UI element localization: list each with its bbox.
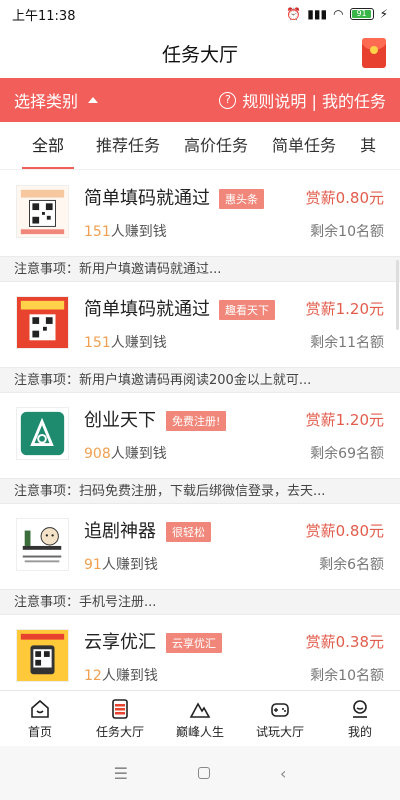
- nav-home-label: 首页: [27, 724, 52, 739]
- nav-profile[interactable]: 我的: [320, 691, 400, 746]
- reward-amount: 赏薪1.20元: [305, 300, 384, 318]
- task-name: 简单填码就通过: [84, 299, 210, 320]
- profile-icon: [353, 699, 367, 718]
- remaining-slots: 剩余69名额: [310, 446, 384, 462]
- tab-all[interactable]: 全部: [12, 122, 84, 169]
- rules-link[interactable]: ? 规则说明 | 我的任务: [219, 88, 386, 112]
- signal-icon: ▮▮▮: [307, 7, 328, 21]
- category-label: 选择类别: [14, 92, 79, 111]
- nav-profile-label: 我的: [347, 724, 372, 739]
- tab-other[interactable]: 其: [348, 122, 388, 169]
- task-name: 创业天下: [84, 410, 156, 431]
- nav-trial[interactable]: 试玩大厅: [240, 691, 320, 746]
- task-name: 简单填码就通过: [84, 188, 210, 209]
- task-tag: 惠头条: [219, 189, 264, 209]
- task-item[interactable]: 简单填码就通过 趣看天下 151人赚到钱 赏薪1.20元 剩余11名额: [0, 282, 400, 367]
- task-note: 注意事项：新用户填邀请码再阅读200金以上就可...: [0, 367, 400, 393]
- reward-amount: 赏薪1.20元: [305, 411, 384, 429]
- nav-home[interactable]: 首页: [0, 691, 80, 746]
- system-nav: ☰ ‹: [0, 746, 400, 800]
- nav-task-hall-label: 任务大厅: [95, 724, 144, 739]
- filter-bar: 选择类别 ? 规则说明 | 我的任务: [0, 78, 400, 122]
- task-note: 注意事项：手机号注册...: [0, 589, 400, 615]
- tab-recommended[interactable]: 推荐任务: [84, 122, 172, 169]
- task-name: 云享优汇: [84, 632, 156, 653]
- menu-icon[interactable]: ☰: [114, 764, 128, 783]
- task-tag: 趣看天下: [219, 300, 275, 320]
- task-thumbnail: [16, 185, 69, 238]
- charging-icon: ⚡: [379, 7, 388, 21]
- reward-amount: 赏薪0.80元: [305, 189, 384, 207]
- nav-trial-label: 试玩大厅: [255, 724, 304, 739]
- wifi-icon: ◠: [333, 7, 344, 21]
- reward-amount: 赏薪0.80元: [305, 522, 384, 540]
- earned-count: 12人赚到钱: [84, 668, 158, 684]
- home-button-icon[interactable]: [197, 767, 210, 779]
- remaining-slots: 剩余10名额: [310, 668, 384, 684]
- task-tag: 云享优汇: [166, 633, 222, 653]
- remaining-slots: 剩余11名额: [310, 335, 384, 351]
- help-icon: ?: [219, 91, 237, 109]
- tab-simple[interactable]: 简单任务: [260, 122, 348, 169]
- status-icons: ⏰ ▮▮▮ ◠ 91 ⚡: [286, 7, 388, 21]
- gamepad-icon: [271, 702, 289, 717]
- back-icon[interactable]: ‹: [280, 764, 286, 783]
- tab-high-price[interactable]: 高价任务: [172, 122, 260, 169]
- rules-label: 规则说明 | 我的任务: [242, 92, 386, 111]
- task-thumbnail: [16, 518, 69, 571]
- task-item[interactable]: 追剧神器 很轻松 91人赚到钱 赏薪0.80元 剩余6名额: [0, 504, 400, 589]
- nav-peak[interactable]: 巅峰人生: [160, 691, 240, 746]
- nav-task-hall[interactable]: 任务大厅: [80, 691, 160, 746]
- task-thumbnail: [16, 296, 69, 349]
- nav-peak-label: 巅峰人生: [175, 724, 224, 739]
- task-note: 注意事项：扫码免费注册，下载后绑微信登录，去天...: [0, 478, 400, 504]
- category-selector[interactable]: 选择类别: [14, 88, 99, 112]
- task-thumbnail: [16, 407, 69, 460]
- title-bar: 任务大厅: [0, 28, 400, 78]
- task-note: 注意事项：新用户填邀请码就通过...: [0, 256, 400, 282]
- category-tabs: 全部 推荐任务 高价任务 简单任务 其: [0, 122, 400, 170]
- reward-amount: 赏薪0.38元: [305, 633, 384, 651]
- alarm-off-icon: ⏰: [286, 7, 302, 21]
- task-name: 追剧神器: [84, 521, 156, 542]
- home-icon: [31, 699, 49, 718]
- status-bar: 上午11:38 ⏰ ▮▮▮ ◠ 91 ⚡: [0, 0, 400, 28]
- task-item[interactable]: 简单填码就通过 惠头条 151人赚到钱 赏薪0.80元 剩余10名额: [0, 171, 400, 256]
- task-tag: 很轻松: [166, 522, 211, 542]
- task-tag: 免费注册!: [166, 411, 227, 431]
- earned-count: 908人赚到钱: [84, 446, 167, 462]
- battery-icon: 91: [349, 8, 374, 20]
- status-time: 上午11:38: [12, 8, 76, 24]
- red-packet-icon[interactable]: [362, 38, 386, 68]
- remaining-slots: 剩余10名额: [310, 224, 384, 240]
- task-hall-icon: [112, 698, 128, 719]
- task-thumbnail: [16, 629, 69, 682]
- earned-count: 91人赚到钱: [84, 557, 158, 573]
- caret-up-icon: [88, 97, 99, 103]
- remaining-slots: 剩余6名额: [319, 557, 384, 573]
- earned-count: 151人赚到钱: [84, 224, 167, 240]
- task-list: 简单填码就通过 惠头条 151人赚到钱 赏薪0.80元 剩余10名额 注意事项：…: [0, 171, 400, 700]
- peak-icon: [189, 701, 211, 718]
- page-title: 任务大厅: [161, 43, 238, 66]
- task-item[interactable]: 创业天下 免费注册! 908人赚到钱 赏薪1.20元 剩余69名额: [0, 393, 400, 478]
- earned-count: 151人赚到钱: [84, 335, 167, 351]
- scrollbar[interactable]: [396, 260, 399, 330]
- bottom-nav: 首页 任务大厅 巅峰人生 试玩大厅 我的: [0, 690, 400, 746]
- task-item[interactable]: 云享优汇 云享优汇 12人赚到钱 赏薪0.38元 剩余10名额: [0, 615, 400, 700]
